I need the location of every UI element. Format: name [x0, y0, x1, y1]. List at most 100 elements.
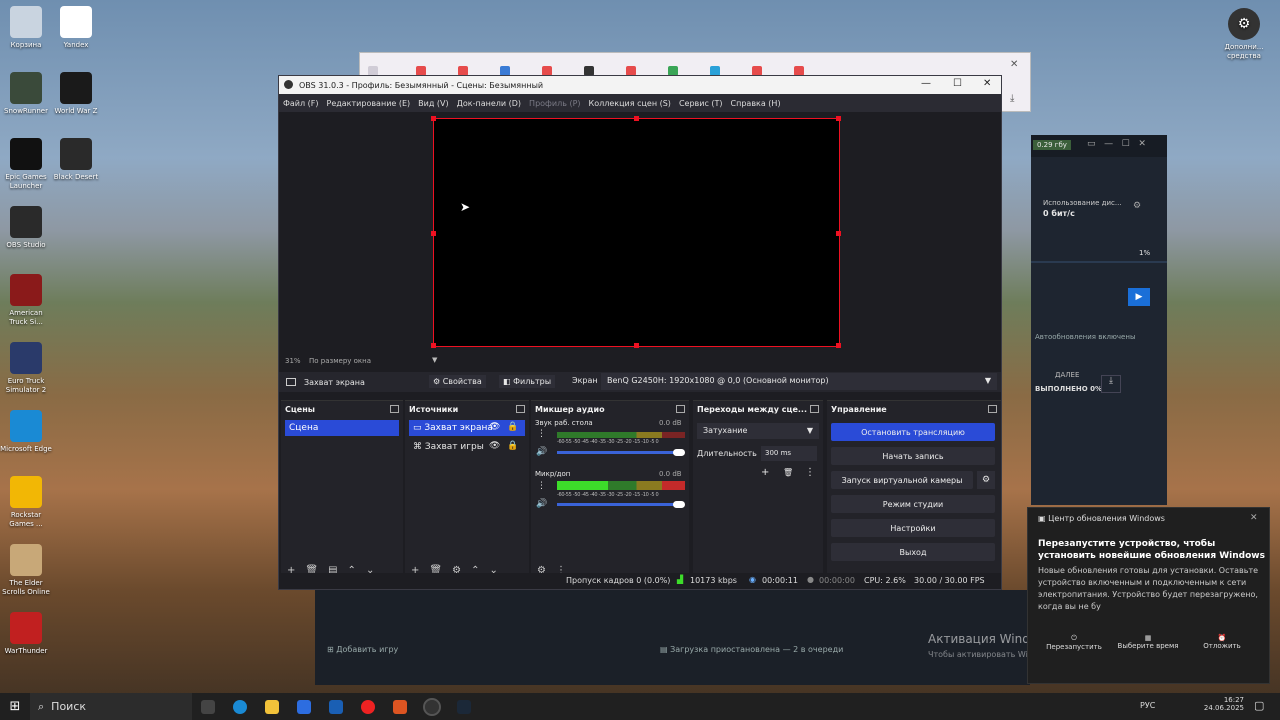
live-time: 00:00:11 — [762, 576, 798, 585]
desktop-icon[interactable]: Rockstar Games ... — [0, 476, 52, 529]
more-icon[interactable]: ⋮ — [537, 481, 546, 491]
screen-select[interactable]: BenQ G2450H: 1920x1080 @ 0,0 (Основной м… — [601, 373, 997, 390]
menu-tools[interactable]: Сервис (T) — [679, 99, 723, 108]
clock[interactable]: 16:27 24.06.2025 — [1202, 696, 1244, 712]
language-indicator[interactable]: РУС — [1140, 701, 1155, 710]
snowrunner-icon — [10, 72, 42, 104]
preview-canvas[interactable]: ➤ — [431, 116, 841, 348]
settings-button[interactable]: Настройки — [831, 519, 995, 537]
broadcast-icon: ◉ — [749, 575, 756, 584]
speaker-icon[interactable]: 🔊 — [536, 447, 547, 457]
desktop-icon[interactable]: OBS Studio — [0, 206, 52, 250]
source-item[interactable]: ⌘ Захват игры 👁 🔒 — [409, 439, 525, 455]
zoom-mode[interactable]: По размеру окна — [309, 357, 371, 365]
outlook-icon[interactable] — [329, 699, 343, 714]
task-view-icon[interactable] — [201, 699, 215, 714]
filters-button[interactable]: ◧ Фильтры — [499, 375, 556, 388]
start-icon[interactable]: ⊞ — [0, 699, 30, 714]
exit-button[interactable]: Выход — [831, 543, 995, 561]
close-icon[interactable]: ✕ — [1250, 513, 1258, 523]
speaker-icon[interactable]: 🔊 — [536, 499, 547, 509]
desktop-icon[interactable]: The Elder Scrolls Online — [0, 544, 52, 597]
obs-icon[interactable] — [423, 697, 441, 716]
add-icon[interactable]: + — [761, 467, 769, 478]
desktop-icon[interactable]: Yandex — [50, 6, 102, 50]
float-icon[interactable] — [810, 405, 819, 413]
volume-slider[interactable] — [557, 503, 677, 506]
channel-db: 0.0 dB — [659, 419, 682, 427]
start-recording-button[interactable]: Начать запись — [831, 447, 995, 465]
window-controls-icon[interactable]: ▭ — ☐ ✕ — [1087, 139, 1146, 149]
source-item[interactable]: ▭ Захват экрана 👁 🔒 — [409, 420, 525, 436]
menu-scene-collection[interactable]: Коллекция сцен (S) — [589, 99, 671, 108]
yandex-icon[interactable] — [393, 699, 407, 714]
menu-profile[interactable]: Профиль (P) — [529, 99, 580, 108]
yandex-browser-icon[interactable] — [361, 699, 375, 714]
notification-icon[interactable]: ▢ — [1254, 699, 1264, 712]
cpu-usage: CPU: 2.6% — [864, 576, 906, 585]
steam-icon[interactable] — [457, 699, 471, 714]
ets-icon — [10, 342, 42, 374]
more-icon[interactable]: ⋮ — [805, 467, 815, 478]
chevron-down-icon[interactable]: ▼ — [432, 356, 437, 364]
menu-file[interactable]: Файл (F) — [283, 99, 319, 108]
more-icon[interactable]: ⋮ — [537, 429, 546, 439]
duration-input[interactable]: 300 ms — [761, 446, 817, 461]
desktop-icon[interactable]: Корзина — [0, 6, 52, 50]
float-icon[interactable] — [676, 405, 685, 413]
download-status[interactable]: ▤ Загрузка приостановлена — 2 в очереди — [660, 645, 843, 654]
choose-time-button[interactable]: ▦ Выберите время — [1112, 634, 1184, 650]
close-icon[interactable]: ✕ — [1010, 59, 1018, 70]
file-explorer-icon[interactable] — [265, 699, 279, 714]
desktop-icon[interactable]: SnowRunner — [0, 72, 52, 116]
launcher-bottom-bar: ⊞ Добавить игру ▤ Загрузка приостановлен… — [315, 590, 1030, 685]
menu-edit[interactable]: Редактирование (E) — [327, 99, 411, 108]
play-button[interactable]: ▶ — [1128, 288, 1150, 306]
desktop-icon[interactable]: American Truck Si... — [0, 274, 52, 327]
download-icon[interactable]: ⤓ — [1010, 93, 1014, 104]
settings-icon[interactable]: ⚙ — [1133, 201, 1141, 211]
close-icon[interactable]: ✕ — [983, 78, 991, 89]
desktop-icon[interactable]: Epic Games Launcher — [0, 138, 52, 191]
record-time: 00:00:00 — [819, 576, 855, 585]
menu-help[interactable]: Справка (H) — [731, 99, 781, 108]
search-box[interactable]: ⌕ Поиск — [30, 693, 192, 720]
maximize-icon[interactable]: ☐ — [953, 78, 962, 89]
stop-streaming-button[interactable]: Остановить трансляцию — [831, 423, 995, 441]
snooze-button[interactable]: ⏰ Отложить — [1186, 634, 1258, 650]
virtual-camera-settings-icon[interactable]: ⚙ — [977, 471, 995, 489]
desktop-icon[interactable]: Euro Truck Simulator 2 — [0, 342, 52, 395]
trash-icon[interactable]: 🗑 — [783, 468, 793, 477]
recycle-bin-icon — [10, 6, 42, 38]
download-icon[interactable]: ⤓ — [1101, 375, 1121, 393]
menu-view[interactable]: Вид (V) — [418, 99, 448, 108]
edge-icon[interactable] — [233, 699, 247, 714]
menu-docks[interactable]: Док-панели (D) — [457, 99, 521, 108]
eye-icon[interactable]: 👁 — [489, 441, 500, 451]
restart-button[interactable]: ⏻ Перезапустить — [1038, 634, 1110, 651]
float-icon[interactable] — [516, 405, 525, 413]
volume-slider-knob[interactable] — [673, 449, 685, 456]
transition-select[interactable]: Затухание ▼ — [697, 423, 819, 439]
lock-icon[interactable]: 🔒 — [507, 441, 518, 451]
minimize-icon[interactable]: — — [921, 78, 931, 89]
float-icon[interactable] — [390, 405, 399, 413]
virtual-camera-button[interactable]: Запуск виртуальной камеры — [831, 471, 973, 489]
properties-button[interactable]: ⚙ Свойства — [429, 375, 486, 388]
desktop-icon[interactable]: World War Z — [50, 72, 102, 116]
lock-icon[interactable]: 🔒 — [507, 422, 518, 432]
desktop-icon[interactable]: Microsoft Edge — [0, 410, 52, 454]
volume-slider-knob[interactable] — [673, 501, 685, 508]
desktop-icon[interactable]: Black Desert — [50, 138, 102, 182]
chevron-down-icon: ▼ — [984, 376, 991, 385]
volume-slider[interactable] — [557, 451, 677, 454]
scene-item[interactable]: Сцена — [285, 420, 399, 436]
studio-mode-button[interactable]: Режим студии — [831, 495, 995, 513]
add-game-button[interactable]: ⊞ Добавить игру — [327, 645, 398, 654]
menu-bar: Файл (F) Редактирование (E) Вид (V) Док-… — [279, 94, 1001, 112]
desktop-icon-additional-tools[interactable]: ⚙ Дополни... средства — [1216, 8, 1272, 61]
float-icon[interactable] — [988, 405, 997, 413]
desktop-icon[interactable]: WarThunder — [0, 612, 52, 656]
store-icon[interactable] — [297, 699, 311, 714]
eye-icon[interactable]: 👁 — [489, 422, 500, 432]
